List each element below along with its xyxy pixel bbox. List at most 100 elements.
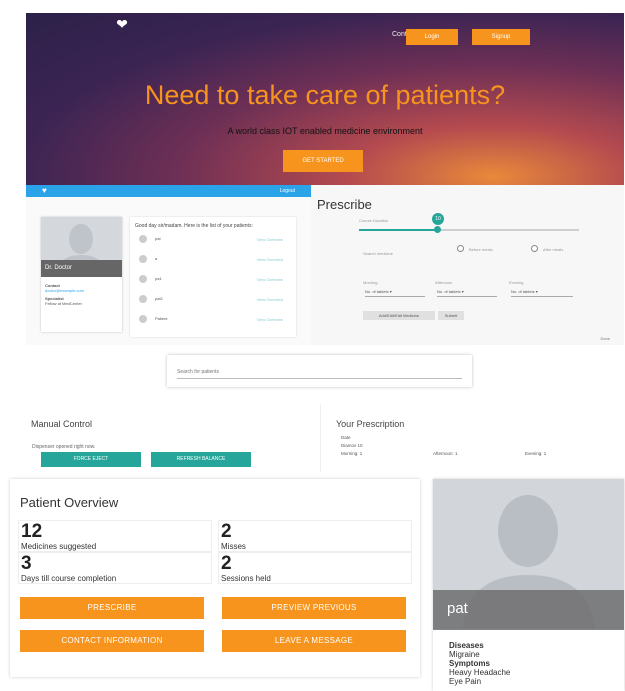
list-item[interactable]: pa1 View Overview bbox=[135, 271, 291, 291]
view-overview-link[interactable]: View Overview bbox=[257, 297, 283, 302]
stat-label: Sessions held bbox=[221, 574, 271, 583]
radio-label: After meals bbox=[543, 247, 564, 252]
stat-value: 12 bbox=[21, 521, 43, 542]
list-item[interactable]: a View Overview bbox=[135, 251, 291, 271]
caret-down-icon: ▾ bbox=[461, 289, 464, 294]
stat-value: 2 bbox=[221, 553, 232, 574]
radio-after-meals[interactable] bbox=[531, 245, 538, 252]
symptoms-heading: Symptoms bbox=[449, 659, 490, 668]
edit-medicine-button[interactable]: Add/Edit/Edit Medicine bbox=[363, 311, 435, 320]
patient-name: Patient bbox=[155, 316, 168, 321]
detail-line: Fellow at MedCenter bbox=[45, 301, 82, 306]
avatar bbox=[139, 275, 147, 283]
patient-name: pa1 bbox=[155, 276, 162, 281]
doctor-details: Contact doctor@example.com Specialist Fe… bbox=[45, 283, 118, 306]
stat-days-till-completion: 3 Days till course completion bbox=[18, 552, 212, 584]
patient-name: pat bbox=[155, 236, 161, 241]
select-label: Afternoon bbox=[435, 280, 453, 285]
force-eject-button[interactable]: FORCE EJECT bbox=[41, 452, 141, 467]
prescribe-panel: Prescribe Course Duration 10 Search medi… bbox=[311, 185, 624, 345]
signup-button[interactable]: Signup bbox=[472, 29, 530, 45]
dispenser-status: Dispenser opened right now. bbox=[32, 444, 96, 450]
stat-misses: 2 Misses bbox=[218, 520, 412, 552]
duration-slider-fill bbox=[359, 229, 437, 231]
search-input[interactable] bbox=[177, 365, 462, 379]
manual-control-title: Manual Control bbox=[31, 419, 93, 429]
prescription-line: Date bbox=[341, 435, 351, 440]
medicine-search-input[interactable]: Search medicine bbox=[363, 251, 393, 256]
hero-subtitle: A world class IOT enabled medicine envir… bbox=[227, 126, 423, 136]
select-value: No. of tablets bbox=[365, 289, 389, 294]
dose-morning: Morning: 1 bbox=[341, 451, 363, 456]
stat-label: Medicines suggested bbox=[21, 542, 97, 551]
stat-label: Misses bbox=[221, 542, 246, 551]
heart-pulse-icon[interactable]: ❤ bbox=[114, 17, 130, 31]
doctor-profile-card: Dr. Doctor Contact doctor@example.com Sp… bbox=[41, 217, 122, 332]
heart-icon[interactable]: ♥ bbox=[42, 187, 47, 195]
symptom-value: Eye Pain bbox=[449, 677, 482, 686]
logout-link[interactable]: Logout bbox=[280, 188, 295, 194]
prescribe-button[interactable]: PRESCRIBE bbox=[20, 597, 204, 619]
hero-title: Need to take care of patients? bbox=[144, 80, 506, 110]
select-label: Morning bbox=[363, 280, 378, 285]
avatar bbox=[139, 315, 147, 323]
prescription-line: Diamox 10 bbox=[341, 443, 363, 448]
avatar bbox=[139, 235, 147, 243]
preview-previous-button[interactable]: PREVIEW PREVIOUS bbox=[222, 597, 406, 619]
dose-afternoon: Afternoon: 1 bbox=[433, 451, 458, 456]
dashboard-navbar: ♥ Logout bbox=[26, 185, 311, 197]
dose-evening: Evening: 1 bbox=[525, 451, 547, 456]
hero-banner: ❤ Contact Login Signup Need to take care… bbox=[26, 13, 624, 185]
stat-value: 3 bbox=[21, 553, 32, 574]
contact-information-button[interactable]: CONTACT INFORMATION bbox=[20, 630, 204, 652]
login-button[interactable]: Login bbox=[406, 29, 458, 45]
radio-label: Before meals bbox=[469, 247, 493, 252]
slider-label: Course Duration bbox=[359, 218, 389, 223]
list-item[interactable]: pat View Overview bbox=[135, 231, 291, 251]
patient-profile-card: pat Diseases Migraine Symptoms Heavy Hea… bbox=[433, 479, 624, 691]
stat-label: Days till course completion bbox=[21, 574, 117, 583]
doctor-name: Dr. Doctor bbox=[41, 260, 122, 277]
your-prescription-title: Your Prescription bbox=[336, 419, 405, 429]
slider-value-bubble: 10 bbox=[432, 213, 444, 225]
overview-title: Patient Overview bbox=[20, 495, 119, 510]
stat-sessions-held: 2 Sessions held bbox=[218, 552, 412, 584]
afternoon-select[interactable]: No. of tablets ▾ bbox=[437, 289, 497, 297]
symptom-value: Heavy Headache bbox=[449, 668, 511, 677]
avatar bbox=[139, 295, 147, 303]
evening-select[interactable]: No. of tablets ▾ bbox=[511, 289, 573, 297]
leave-a-message-button[interactable]: LEAVE A MESSAGE bbox=[222, 630, 406, 652]
patient-name: pat bbox=[447, 600, 468, 617]
caret-down-icon: ▾ bbox=[535, 289, 538, 294]
diseases-heading: Diseases bbox=[449, 641, 484, 650]
stat-value: 2 bbox=[221, 521, 232, 542]
submit-button[interactable]: Submit bbox=[438, 311, 464, 320]
patient-name: a bbox=[155, 256, 158, 261]
detail-line[interactable]: doctor@example.com bbox=[45, 288, 118, 293]
prescribe-title: Prescribe bbox=[317, 197, 372, 212]
disease-value: Migraine bbox=[449, 650, 480, 659]
your-prescription-panel: Your Prescription Date Diamox 10 Morning… bbox=[320, 404, 624, 472]
radio-before-meals[interactable] bbox=[457, 245, 464, 252]
select-label: Evening bbox=[509, 280, 524, 285]
view-overview-link[interactable]: View Overview bbox=[257, 257, 283, 262]
view-overview-link[interactable]: View Overview bbox=[257, 277, 283, 282]
greeting-text: Good day sir/madam. Here is the list of … bbox=[135, 223, 253, 229]
avatar bbox=[139, 255, 147, 263]
morning-select[interactable]: No. of tablets ▾ bbox=[365, 289, 425, 297]
refresh-balance-button[interactable]: REFRESH BALANCE bbox=[151, 452, 251, 467]
done-link[interactable]: Done bbox=[600, 336, 610, 341]
patient-medical-info: Diseases Migraine Symptoms Heavy Headach… bbox=[449, 641, 510, 686]
list-item[interactable]: Patient View Overview bbox=[135, 311, 291, 331]
stat-medicines-suggested: 12 Medicines suggested bbox=[18, 520, 212, 552]
duration-slider-thumb[interactable] bbox=[434, 226, 441, 233]
get-started-button[interactable]: GET STARTED bbox=[283, 150, 363, 172]
list-item[interactable]: pat2 View Overview bbox=[135, 291, 291, 311]
patient-name: pat2 bbox=[155, 296, 163, 301]
select-value: No. of tablets bbox=[437, 289, 461, 294]
view-overview-link[interactable]: View Overview bbox=[257, 317, 283, 322]
manual-control-panel: Manual Control Dispenser opened right no… bbox=[26, 404, 313, 472]
patient-list: Good day sir/madam. Here is the list of … bbox=[130, 217, 296, 337]
view-overview-link[interactable]: View Overview bbox=[257, 237, 283, 242]
caret-down-icon: ▾ bbox=[389, 289, 392, 294]
